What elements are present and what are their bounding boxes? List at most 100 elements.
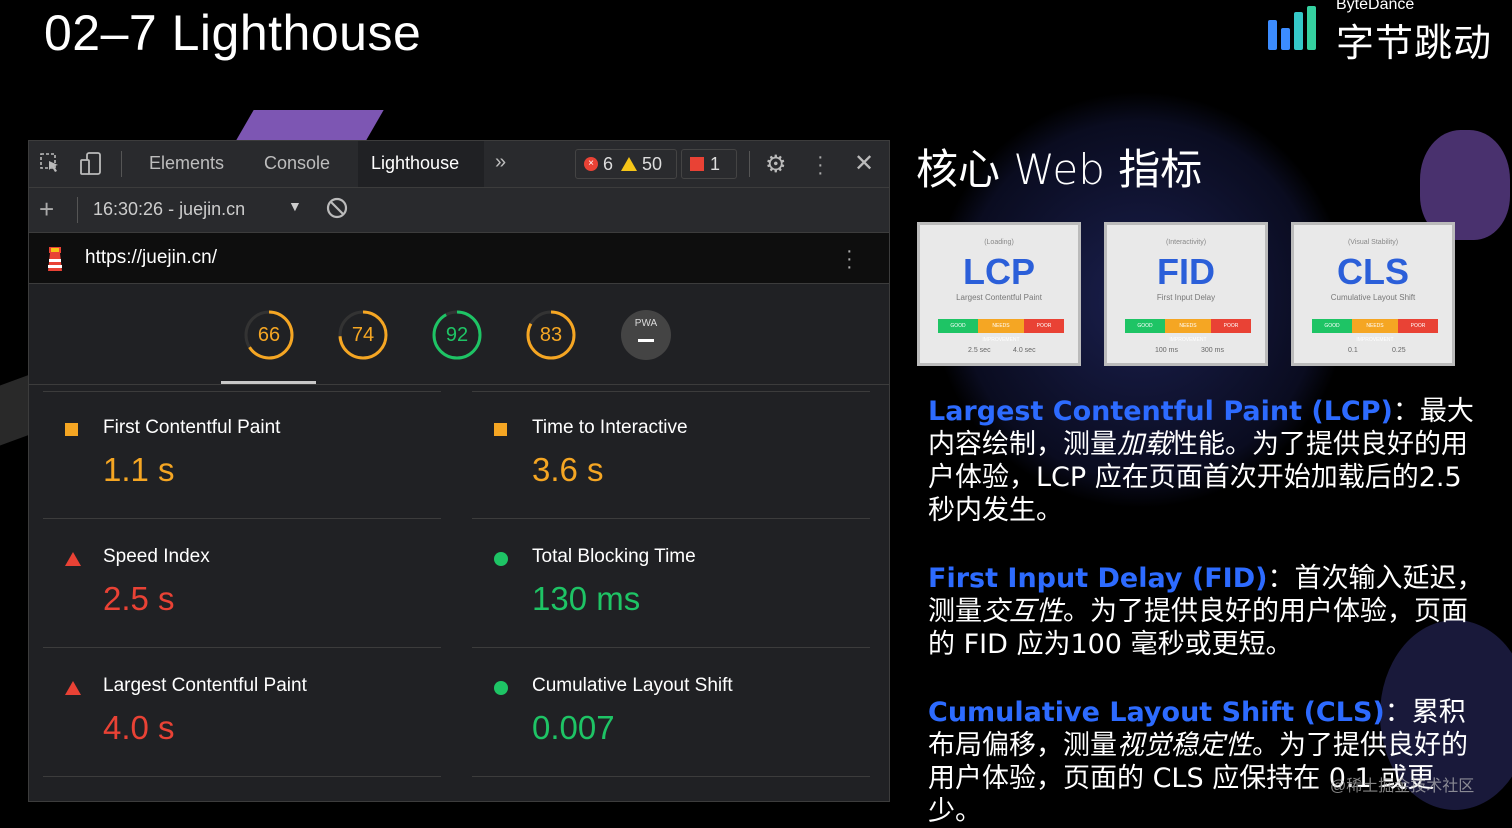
poor-segment: POOR	[1398, 319, 1438, 333]
warning-count: 50	[642, 153, 663, 174]
devtools-toolbar: Elements Console Lighthouse » × 6 50 1 ⚙…	[29, 141, 889, 188]
metric-label: Time to Interactive	[532, 417, 688, 438]
toolbar-divider	[749, 151, 750, 177]
tab-elements[interactable]: Elements	[149, 153, 224, 174]
report-selector[interactable]: 16:30:26 - juejin.cn	[93, 199, 245, 220]
tick-label: 300 ms	[1201, 347, 1224, 354]
fid-card: (Interactivity) FID First Input Delay GO…	[1104, 222, 1268, 366]
pass-circle-icon	[494, 681, 508, 695]
card-description: Largest Contentful Paint	[956, 293, 1042, 302]
needs-improvement-segment: NEEDS IMPROVEMENT	[978, 319, 1024, 343]
metric-label: First Contentful Paint	[103, 417, 281, 438]
metric-value: 4.0 s	[103, 709, 175, 746]
needs-improvement-segment: NEEDS IMPROVEMENT	[1165, 319, 1211, 343]
selected-gauge-indicator	[221, 381, 316, 384]
tick-label: 4.0 sec	[1013, 347, 1036, 354]
bytedance-logo: ByteDance 字节跳动	[1268, 0, 1498, 65]
cls-card: (Visual Stability) CLS Cumulative Layout…	[1291, 222, 1455, 366]
metric-label: Cumulative Layout Shift	[532, 675, 733, 696]
close-icon[interactable]: ✕	[854, 149, 874, 178]
watermark: @稀土掘金技术社区	[1330, 778, 1475, 795]
settings-gear-icon[interactable]: ⚙	[765, 150, 787, 179]
pwa-badge[interactable]: PWA	[621, 310, 671, 360]
logo-big-text: 字节跳动	[1336, 21, 1493, 65]
metric-value: 1.1 s	[103, 451, 175, 488]
cls-description: Cumulative Layout Shift (CLS)：累积布局偏移，测量视…	[928, 696, 1488, 828]
more-options-icon[interactable]: · · ·	[817, 147, 824, 183]
lighthouse-logo-icon	[45, 245, 63, 271]
poor-segment: POOR	[1024, 319, 1064, 333]
tab-console[interactable]: Console	[264, 153, 330, 174]
performance-score-gauge[interactable]: 66	[243, 309, 295, 361]
background-stripe	[236, 110, 384, 140]
errors-warnings-badge[interactable]: × 6 50	[575, 149, 677, 179]
needs-improvement-segment: NEEDS IMPROVEMENT	[1352, 319, 1398, 343]
metric-label: Speed Index	[103, 546, 210, 567]
metric-label: Total Blocking Time	[532, 546, 696, 567]
accessibility-score-gauge[interactable]: 74	[337, 309, 389, 361]
error-count: 6	[603, 153, 614, 174]
fid-description: First Input Delay (FID)：首次输入延迟，测量交互性。为了提…	[928, 562, 1488, 661]
good-segment: GOOD	[1312, 319, 1352, 333]
chevron-down-icon[interactable]: ▼	[288, 198, 302, 214]
best-practices-score-gauge[interactable]: 92	[431, 309, 483, 361]
slide-title: 02–7 Lighthouse	[44, 5, 422, 61]
inspect-element-icon[interactable]	[39, 152, 61, 180]
new-report-plus-icon[interactable]: +	[39, 194, 54, 225]
metric-value: 2.5 s	[103, 580, 175, 617]
lcp-term: Largest Contentful Paint (LCP)	[928, 396, 1393, 427]
tick-label: 0.1	[1348, 347, 1358, 354]
metric-item: Time to Interactive 3.6 s	[472, 391, 870, 519]
issues-badge[interactable]: 1	[681, 149, 737, 179]
metric-item: Cumulative Layout Shift 0.007	[472, 649, 870, 777]
devtools-panel: Elements Console Lighthouse » × 6 50 1 ⚙…	[28, 140, 890, 802]
card-description: First Input Delay	[1156, 293, 1216, 302]
score-value: 92	[445, 324, 469, 346]
lighthouse-report-bar: + 16:30:26 - juejin.cn ▼	[29, 188, 889, 233]
average-square-icon	[494, 423, 507, 436]
score-value: 74	[351, 324, 375, 346]
threshold-bar: GOOD NEEDS IMPROVEMENT POOR	[1312, 319, 1438, 343]
metric-item: Total Blocking Time 130 ms	[472, 520, 870, 648]
score-value: 83	[539, 324, 563, 346]
tab-lighthouse[interactable]: Lighthouse	[371, 153, 459, 174]
tick-label: 0.25	[1392, 347, 1406, 354]
metric-label: Largest Contentful Paint	[103, 675, 307, 696]
fail-triangle-icon	[65, 552, 81, 566]
card-acronym: FID	[1157, 251, 1215, 292]
lcp-description: Largest Contentful Paint (LCP)：最大内容绘制，测量…	[928, 395, 1488, 527]
toolbar-divider	[77, 197, 78, 223]
cls-term: Cumulative Layout Shift (CLS)	[928, 697, 1385, 728]
card-category: (Interactivity)	[1165, 239, 1207, 246]
metric-item: Speed Index 2.5 s	[43, 520, 441, 648]
tick-label: 2.5 sec	[968, 347, 991, 354]
good-segment: GOOD	[938, 319, 978, 333]
threshold-bar: GOOD NEEDS IMPROVEMENT POOR	[1125, 319, 1251, 343]
pass-circle-icon	[494, 552, 508, 566]
clear-block-icon[interactable]	[325, 196, 349, 225]
card-category: (Loading)	[984, 239, 1014, 246]
toolbar-divider	[121, 151, 122, 177]
card-description: Cumulative Layout Shift	[1330, 293, 1416, 302]
fail-triangle-icon	[65, 681, 81, 695]
warning-icon	[621, 157, 638, 171]
error-icon: ×	[584, 157, 598, 171]
score-value: 66	[257, 324, 281, 346]
emphasis-text: 视觉稳定性	[1117, 730, 1252, 761]
metric-value: 0.007	[532, 709, 615, 746]
seo-score-gauge[interactable]: 83	[525, 309, 577, 361]
report-menu-icon[interactable]: · · ·	[846, 241, 853, 277]
issues-count: 1	[710, 153, 721, 174]
card-acronym: LCP	[963, 251, 1035, 292]
more-tabs-button[interactable]: »	[495, 151, 506, 174]
average-square-icon	[65, 423, 78, 436]
bytedance-bars-icon	[1268, 6, 1328, 50]
core-web-vitals-title: 核心 Web 指标	[916, 145, 1203, 194]
lcp-card: (Loading) LCP Largest Contentful Paint G…	[917, 222, 1081, 366]
threshold-bar: GOOD NEEDS IMPROVEMENT POOR	[938, 319, 1064, 343]
metric-item: First Contentful Paint 1.1 s	[43, 391, 441, 519]
device-toolbar-icon[interactable]	[79, 151, 103, 183]
emphasis-text: 交互性	[982, 596, 1063, 627]
emphasis-text: 加载	[1117, 429, 1171, 460]
card-category: (Visual Stability)	[1347, 239, 1399, 246]
